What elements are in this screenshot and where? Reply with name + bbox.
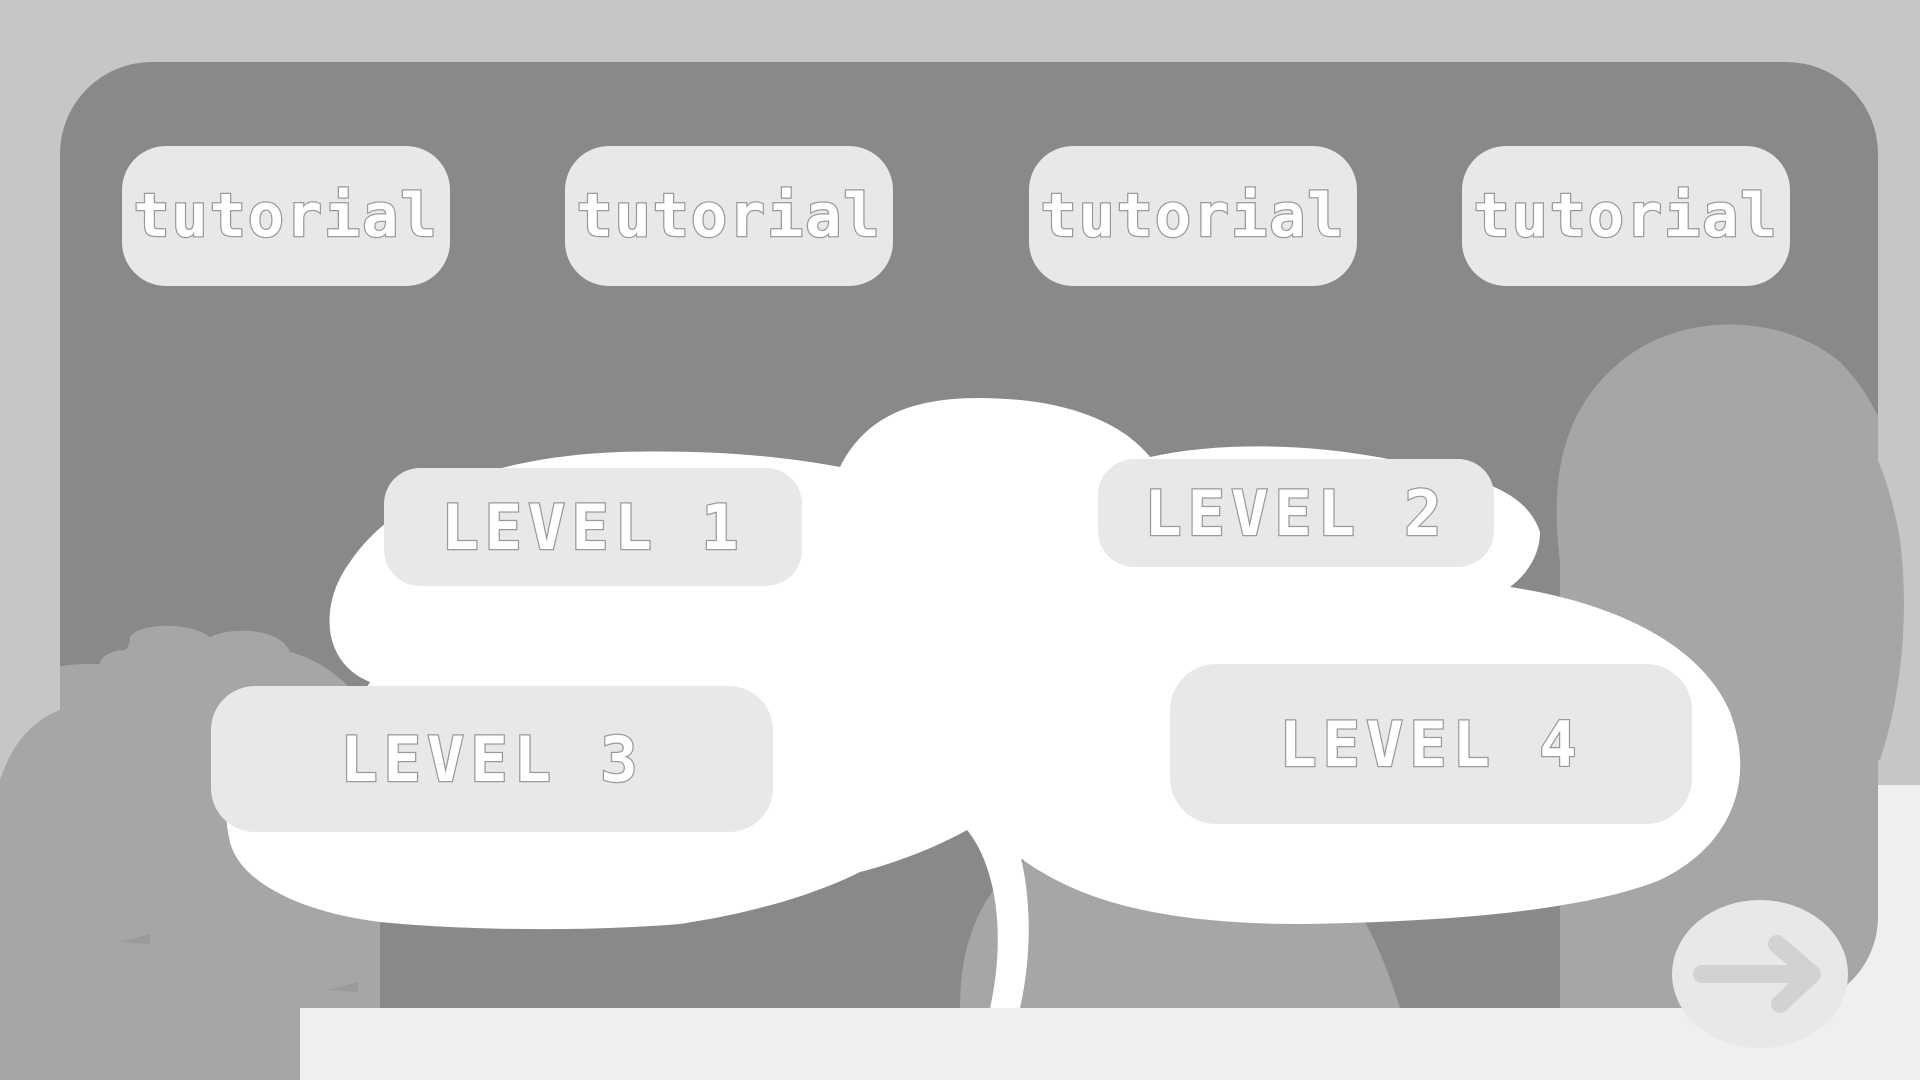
tutorial-button-1[interactable]: tutorial [122, 146, 450, 286]
level-1-button[interactable]: LEVEL 1 [384, 468, 802, 586]
level-3-button[interactable]: LEVEL 3 [211, 686, 773, 832]
level-label: LEVEL 2 [1143, 475, 1448, 551]
tutorial-button-4[interactable]: tutorial [1462, 146, 1790, 286]
level-select-panel: tutorial tutorial tutorial tutorial LEVE… [60, 62, 1878, 1008]
tutorial-label: tutorial [132, 180, 439, 253]
tutorial-button-3[interactable]: tutorial [1029, 146, 1357, 286]
level-2-button[interactable]: LEVEL 2 [1098, 459, 1494, 567]
tutorial-label: tutorial [575, 180, 882, 253]
tutorial-label: tutorial [1472, 180, 1779, 253]
tutorial-label: tutorial [1039, 180, 1346, 253]
tutorial-button-2[interactable]: tutorial [565, 146, 893, 286]
level-4-button[interactable]: LEVEL 4 [1170, 664, 1692, 824]
level-label: LEVEL 4 [1278, 706, 1583, 782]
level-label: LEVEL 1 [440, 489, 745, 565]
next-button[interactable] [1672, 900, 1848, 1048]
level-label: LEVEL 3 [339, 721, 644, 797]
arrow-right-icon [1693, 935, 1821, 1013]
